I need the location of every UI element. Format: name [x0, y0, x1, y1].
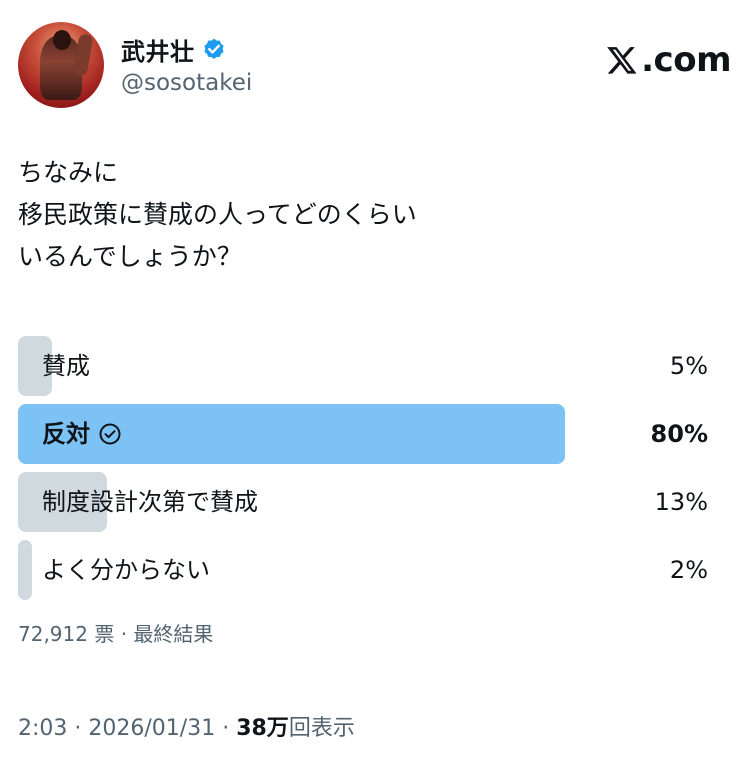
separator: ·: [215, 716, 237, 741]
separator: ·: [114, 622, 134, 646]
poll-votes: 72,912 票: [18, 622, 115, 646]
poll-option-text: 制度設計次第で賛成: [42, 488, 258, 516]
handle[interactable]: @sosotakei: [121, 70, 252, 96]
brand-text: .com: [641, 40, 731, 80]
poll-option-percent: 5%: [669, 352, 708, 380]
avatar-head: [53, 30, 71, 50]
poll-option: よく分からない 2%: [18, 540, 708, 600]
separator: ·: [67, 716, 89, 741]
poll-option-label: よく分からない: [42, 540, 210, 600]
tweet-header: 武井壮 @sosotakei .com: [18, 22, 731, 112]
poll-option: 制度設計次第で賛成 13%: [18, 472, 708, 532]
poll-bar: [18, 540, 32, 600]
tweet-text: ちなみに 移民政策に賛成の人ってどのくらい いるんでしょうか？: [18, 158, 417, 271]
poll-option-text: 反対: [42, 420, 90, 448]
poll-option: 反対 80%: [18, 404, 708, 464]
poll-option-text: 賛成: [42, 352, 90, 380]
poll-meta: 72,912 票 · 最終結果: [18, 618, 213, 647]
check-circle-icon: [99, 423, 121, 445]
poll-option-label: 制度設計次第で賛成: [42, 472, 258, 532]
tweet-time[interactable]: 2:03: [18, 716, 67, 741]
poll-status: 最終結果: [133, 622, 214, 646]
tweet-footer: 2:03 · 2026/01/31 · 38万回表示: [18, 710, 355, 742]
poll-option-percent: 13%: [654, 488, 708, 516]
name-row: 武井壮: [121, 32, 227, 67]
views-label: 回表示: [288, 716, 355, 741]
avatar[interactable]: [18, 22, 104, 108]
poll-option-percent: 2%: [669, 556, 708, 584]
brand: .com: [605, 40, 731, 80]
tweet-date[interactable]: 2026/01/31: [88, 716, 215, 741]
views-count[interactable]: 38万: [236, 716, 289, 741]
poll-option-percent: 80%: [650, 420, 708, 448]
avatar-arm: [72, 33, 94, 77]
poll-option-text: よく分からない: [42, 556, 210, 584]
poll-option: 賛成 5%: [18, 336, 708, 396]
poll-option-label: 賛成: [42, 336, 90, 396]
poll: 賛成 5% 反対 80% 制度設計次第で賛成 13% よく分からない 2%: [18, 336, 708, 608]
poll-option-label: 反対: [42, 404, 122, 464]
x-logo-icon: [607, 47, 637, 74]
verified-badge-icon: [203, 38, 224, 59]
display-name[interactable]: 武井壮: [121, 32, 195, 67]
